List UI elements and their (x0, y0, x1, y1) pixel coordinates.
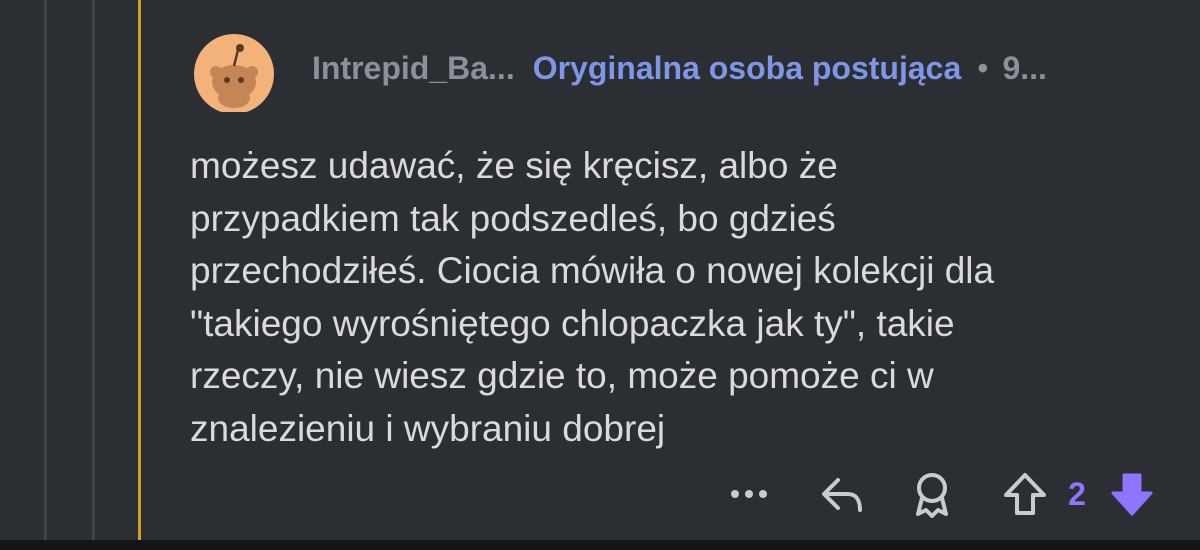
upvote-icon (1004, 473, 1046, 515)
comment-body: możesz udawać, że się kręcisz, albo że p… (190, 140, 1180, 455)
separator-dot: • (977, 49, 989, 86)
comment-line: rzeczy, nie wiesz gdzie to, może pomoże … (190, 355, 934, 396)
comment-line: przechodziłeś. Ciocia mówiła o nowej kol… (190, 250, 995, 291)
comment-header: Intrepid_Ba... Oryginalna osoba postując… (312, 44, 1047, 92)
thread-line[interactable] (44, 0, 47, 540)
snoo-avatar-icon (194, 34, 274, 114)
downvote-icon (1111, 473, 1153, 516)
vote-score: 2 (1068, 475, 1086, 512)
comment-line: "takiego wyrośniętego chlopaczka jak ty"… (190, 302, 955, 344)
username[interactable]: Intrepid_Ba... (312, 50, 515, 87)
comment-line: znalezieniu i wybraniu dobrej (190, 407, 666, 449)
thread-line[interactable] (92, 0, 95, 540)
award-button[interactable] (904, 466, 960, 522)
upvote-button[interactable] (998, 466, 1052, 522)
thread-line-active[interactable] (138, 0, 141, 540)
reply-button[interactable] (814, 466, 870, 522)
timestamp: 9... (1002, 49, 1047, 86)
comment-line: możesz udawać, że się kręcisz, albo że (190, 145, 838, 186)
bottom-edge (0, 540, 1200, 550)
comment-line: przypadkiem tak podszedleś, bo gdzieś (190, 197, 836, 239)
comment-screen: Intrepid_Ba... Oryginalna osoba postując… (0, 0, 1200, 550)
downvote-button[interactable] (1104, 466, 1160, 522)
more-button[interactable] (724, 466, 774, 522)
op-label: Oryginalna osoba postująca (532, 49, 962, 86)
award-icon (916, 473, 948, 518)
comment-actions: 2 (0, 466, 1200, 522)
reply-icon (822, 478, 862, 512)
avatar[interactable] (188, 28, 280, 114)
more-icon (731, 490, 767, 498)
